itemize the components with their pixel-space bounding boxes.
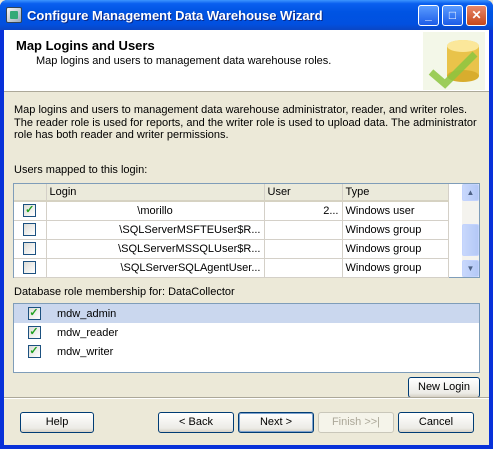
login-cell: \SQLServerMSFTEUser$R... — [46, 220, 265, 240]
finish-button[interactable]: Finish >>| — [318, 412, 394, 433]
footer-divider — [4, 397, 489, 399]
scroll-down-button[interactable]: ▼ — [462, 260, 479, 277]
page-description: Map logins and users to management data … — [14, 104, 477, 141]
wizard-client-area: Map Logins and Users Map logins and user… — [4, 30, 489, 445]
role-name: mdw_admin — [54, 304, 479, 323]
role-name: mdw_writer — [57, 345, 114, 358]
column-header-type[interactable]: Type — [342, 184, 449, 202]
user-cell — [264, 239, 343, 259]
wizard-header: Map Logins and Users Map logins and user… — [4, 30, 489, 92]
roles-list[interactable]: ✓ mdw_admin ✓ mdw_reader ✓ mdw_writer — [13, 303, 480, 373]
list-item[interactable]: ✓ mdw_writer — [14, 342, 479, 361]
window-title: Configure Management Data Warehouse Wiza… — [27, 8, 323, 23]
table-row[interactable]: ✓ \morillo 2... Windows user — [14, 201, 449, 221]
page-title: Map Logins and Users — [16, 38, 155, 53]
column-header-login[interactable]: Login — [46, 184, 265, 202]
wizard-window: Configure Management Data Warehouse Wiza… — [0, 0, 493, 449]
minimize-icon: _ — [425, 8, 432, 22]
table-row[interactable]: \SQLServerMSFTEUser$R... Windows group — [14, 220, 449, 240]
user-cell: 2... — [264, 201, 343, 221]
cancel-button[interactable]: Cancel — [398, 412, 474, 433]
close-button[interactable]: ✕ — [466, 5, 487, 26]
new-login-button[interactable]: New Login — [408, 377, 480, 398]
column-header-check[interactable] — [14, 184, 47, 202]
close-icon: ✕ — [471, 8, 482, 22]
next-button[interactable]: Next > — [238, 412, 314, 433]
role-membership-label: Database role membership for: DataCollec… — [14, 286, 235, 298]
maximize-icon: □ — [448, 8, 457, 22]
chevron-down-icon: ▼ — [466, 264, 475, 273]
role-name: mdw_reader — [57, 326, 119, 339]
user-cell — [264, 258, 343, 278]
minimize-button[interactable]: _ — [418, 5, 439, 26]
chevron-up-icon: ▲ — [466, 188, 475, 197]
type-cell: Windows group — [342, 258, 449, 278]
users-grid-scrollbar[interactable]: ▲ ▼ — [462, 184, 479, 277]
login-cell: \SQLServerSQLAgentUser... — [46, 258, 265, 278]
page-subtitle: Map logins and users to management data … — [36, 55, 332, 67]
user-checkbox[interactable]: ✓ — [23, 204, 37, 218]
list-item[interactable]: ✓ mdw_reader — [14, 323, 479, 342]
column-header-user[interactable]: User — [264, 184, 343, 202]
role-checkbox[interactable]: ✓ — [27, 326, 41, 339]
table-row[interactable]: \SQLServerSQLAgentUser... Windows group — [14, 258, 449, 278]
user-checkbox[interactable] — [23, 261, 37, 274]
type-cell: Windows group — [342, 239, 449, 259]
user-cell — [264, 220, 343, 240]
users-mapped-label: Users mapped to this login: — [14, 164, 148, 176]
login-cell: \SQLServerMSSQLUser$R... — [46, 239, 265, 259]
role-checkbox[interactable]: ✓ — [27, 345, 41, 358]
help-button[interactable]: Help — [20, 412, 94, 433]
title-bar[interactable]: Configure Management Data Warehouse Wiza… — [0, 0, 493, 30]
user-checkbox[interactable] — [23, 242, 37, 255]
type-cell: Windows user — [342, 201, 449, 221]
type-cell: Windows group — [342, 220, 449, 240]
users-grid-header: Login User Type — [14, 184, 449, 202]
table-row[interactable]: \SQLServerMSSQLUser$R... Windows group — [14, 239, 449, 259]
user-checkbox[interactable] — [23, 223, 37, 236]
app-icon — [6, 7, 22, 23]
maximize-button[interactable]: □ — [442, 5, 463, 26]
database-wizard-icon — [423, 32, 485, 90]
role-checkbox[interactable]: ✓ — [27, 307, 41, 320]
back-button[interactable]: < Back — [158, 412, 234, 433]
scroll-up-button[interactable]: ▲ — [462, 184, 479, 201]
scroll-thumb[interactable] — [462, 224, 479, 256]
list-item[interactable]: ✓ mdw_admin — [14, 304, 479, 323]
users-grid[interactable]: Login User Type ✓ \morillo 2... Windows … — [13, 183, 480, 278]
login-cell: \morillo — [46, 201, 265, 221]
